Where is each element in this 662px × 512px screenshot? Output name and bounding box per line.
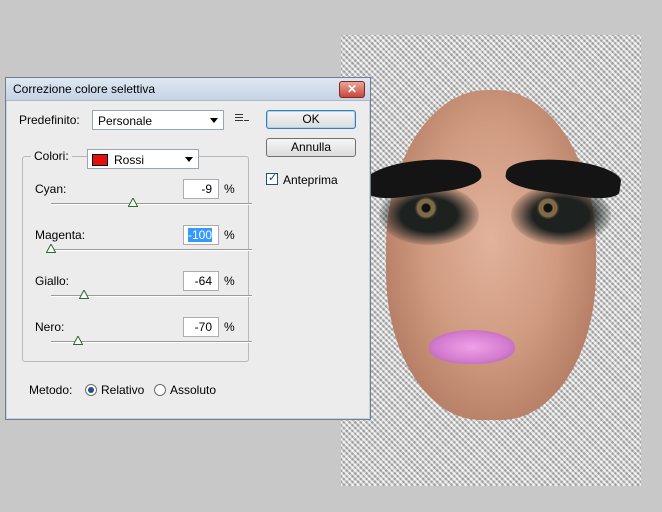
preview-label: Anteprima — [283, 173, 338, 187]
preset-options-icon[interactable] — [235, 114, 249, 126]
close-icon: ✕ — [346, 82, 358, 96]
black-label: Nero: — [35, 320, 65, 334]
method-relative-radio[interactable] — [85, 384, 97, 396]
yellow-unit: % — [224, 274, 235, 288]
magenta-label: Magenta: — [35, 228, 86, 242]
preview-checkbox[interactable]: ✓ — [266, 172, 278, 185]
chevron-down-icon — [210, 118, 218, 123]
photo-face — [386, 90, 596, 420]
black-input[interactable]: -70 — [183, 317, 219, 337]
cyan-slider-track[interactable] — [51, 203, 252, 205]
cyan-label: Cyan: — [35, 182, 67, 196]
color-swatch — [92, 154, 108, 166]
magenta-slider-track[interactable] — [51, 249, 252, 251]
method-label: Metodo: — [29, 383, 73, 397]
radio-selected-dot — [88, 387, 94, 393]
method-absolute-label: Assoluto — [170, 383, 217, 397]
dialog-title: Correzione colore selettiva — [13, 82, 156, 96]
cyan-input[interactable]: -9 — [183, 179, 219, 199]
yellow-input[interactable]: -64 — [183, 271, 219, 291]
colors-select[interactable]: Rossi — [87, 149, 199, 169]
yellow-label: Giallo: — [35, 274, 70, 288]
preset-label: Predefinito: — [19, 113, 80, 127]
dialog-titlebar[interactable]: Correzione colore selettiva ✕ — [6, 78, 370, 101]
colors-label: Colori: — [31, 149, 72, 163]
portrait-photo — [341, 35, 641, 486]
selective-color-dialog: Correzione colore selettiva ✕ Predefinit… — [5, 77, 371, 420]
photo-eye-left — [415, 197, 437, 219]
method-relative-label: Relativo — [101, 383, 145, 397]
cancel-button[interactable]: Annulla — [266, 138, 356, 157]
ok-button[interactable]: OK — [266, 110, 356, 129]
chevron-down-icon — [185, 157, 193, 162]
preset-value: Personale — [98, 114, 153, 128]
close-button[interactable]: ✕ — [339, 81, 365, 98]
checkmark-icon: ✓ — [268, 172, 278, 184]
method-absolute-radio[interactable] — [154, 384, 166, 396]
colors-value: Rossi — [114, 153, 145, 167]
photo-eye-right — [537, 197, 559, 219]
magenta-input[interactable]: -100 — [183, 225, 219, 245]
colors-group: Colori: Rossi Cyan: -9 % Magenta: -100 %… — [22, 149, 252, 362]
preset-select[interactable]: Personale — [92, 110, 224, 130]
photo-lips — [429, 330, 515, 364]
cyan-unit: % — [224, 182, 235, 196]
magenta-unit: % — [224, 228, 235, 242]
black-unit: % — [224, 320, 235, 334]
